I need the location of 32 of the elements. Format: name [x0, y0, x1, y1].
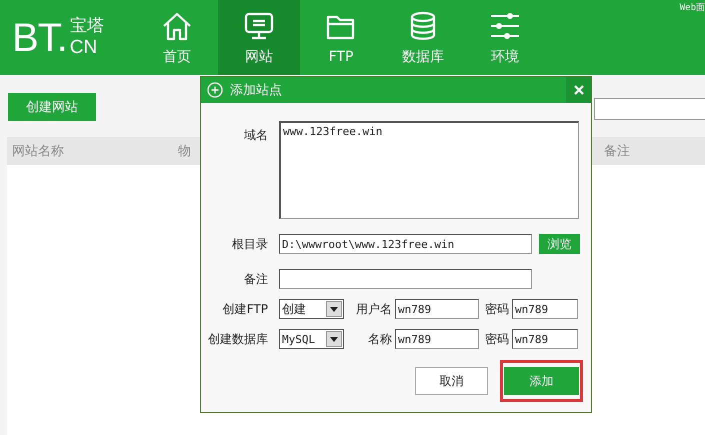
- nav-tab[interactable]: 网站: [218, 0, 300, 75]
- input-field[interactable]: D:\wwwroot\www.123free.win: [279, 234, 532, 254]
- field-label: 创建FTP: [222, 300, 268, 318]
- field-label: 名称: [367, 330, 392, 348]
- logo-mark: BT.: [12, 18, 67, 58]
- dropdown[interactable]: 创建: [279, 299, 344, 319]
- field-label: 域名: [243, 127, 268, 144]
- field-label: 密码: [484, 300, 509, 318]
- field-label: 用户名: [355, 300, 392, 318]
- column-header: 备注: [603, 143, 631, 160]
- close-icon: [574, 85, 584, 95]
- logo-domain: CN: [70, 38, 98, 57]
- column-header: 物: [177, 143, 192, 160]
- plus-circle-icon: [207, 82, 223, 98]
- dialog-title: 添加站点: [230, 82, 282, 99]
- panel-title: Web面: [680, 2, 705, 14]
- dropdown[interactable]: MySQL: [279, 329, 344, 349]
- logo-name: 宝塔: [70, 18, 104, 35]
- input-field[interactable]: wn789: [395, 329, 479, 349]
- close-button[interactable]: [566, 77, 591, 103]
- field-label: 密码: [484, 330, 509, 348]
- input-field[interactable]: wn789: [395, 299, 479, 319]
- input-field[interactable]: wn789: [512, 329, 578, 349]
- column-header: 网站名称: [11, 143, 65, 160]
- field-label: 备注: [243, 270, 268, 288]
- search-field[interactable]: [594, 98, 705, 120]
- domain-textarea[interactable]: www.123free.win: [279, 121, 579, 219]
- field-label: 创建数据库: [207, 330, 268, 348]
- field-label: 根目录: [231, 236, 268, 252]
- cancel-button[interactable]: 取消: [415, 367, 488, 395]
- input-field[interactable]: [279, 269, 532, 289]
- input-field[interactable]: wn789: [512, 299, 578, 319]
